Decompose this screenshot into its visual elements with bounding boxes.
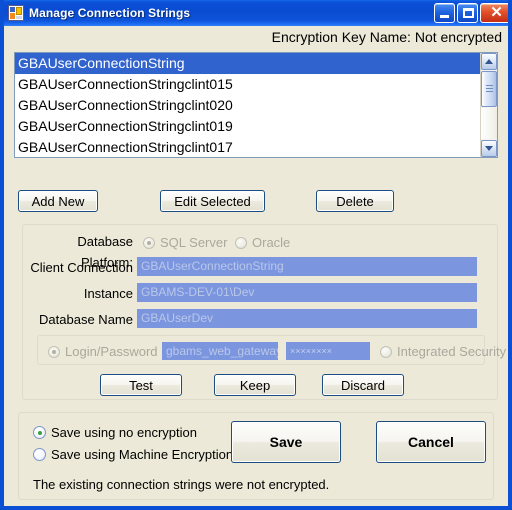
client-connection-label: Client Connection [30,260,133,275]
radio-login-password[interactable]: Login/Password [48,344,158,359]
instance-label: Instance [83,286,133,301]
radio-sql-server[interactable]: SQL Server [143,235,227,250]
listbox-items: GBAUserConnectionString GBAUserConnectio… [15,53,480,157]
client-connection-input[interactable]: GBAUserConnectionString [137,257,477,276]
database-name-label: Database Name [39,312,133,327]
radio-integrated-security[interactable]: Integrated Security [380,344,506,359]
radio-save-no-encryption[interactable]: Save using no encryption [33,425,197,440]
radio-label: Save using Machine Encryption [51,447,234,462]
form-icon [8,5,24,21]
keep-button[interactable]: Keep [214,374,296,396]
database-name-input[interactable]: GBAUserDev [137,309,477,328]
scrollbar-track[interactable] [481,108,497,139]
database-platform-row: Database Platform: SQL Server Oracle [23,231,499,270]
radio-indicator [48,345,60,358]
radio-label: Integrated Security [397,344,507,359]
list-action-buttons: Add New Edit Selected Delete [4,190,508,212]
minimize-button[interactable] [434,3,455,23]
radio-indicator [33,426,46,439]
status-message: The existing connection strings were not… [33,477,330,492]
scroll-down-button[interactable] [481,140,497,157]
window-controls: ✕ [434,3,508,23]
client-area: Encryption Key Name: Not encrypted GBAUs… [4,26,508,506]
client-connection-row: Client Connection GBAUserConnectionStrin… [23,257,499,278]
radio-indicator [235,236,247,249]
list-item[interactable]: GBAUserConnectionStringclint019 [15,116,480,137]
window-title: Manage Connection Strings [29,6,191,20]
password-input[interactable]: ×××××××× [286,342,370,360]
chevron-down-icon [485,146,493,151]
radio-label: Save using no encryption [51,425,197,440]
instance-row: Instance GBAMS-DEV-01\Dev [23,283,499,304]
test-button[interactable]: Test [100,374,182,396]
save-button[interactable]: Save [231,421,341,463]
radio-save-machine-encryption[interactable]: Save using Machine Encryption [33,447,233,462]
database-name-row: Database Name GBAUserDev [23,309,499,330]
radio-indicator [143,236,155,249]
list-item[interactable]: GBAUserConnectionStringclint020 [15,95,480,116]
close-icon: ✕ [490,4,503,21]
radio-indicator [380,345,392,358]
username-input[interactable]: gbams_web_gateway [162,342,278,360]
delete-button[interactable]: Delete [316,190,394,212]
minimize-icon [440,15,449,18]
radio-label: SQL Server [160,235,228,250]
manage-connection-strings-window: Manage Connection Strings ✕ Encryption K… [0,0,512,510]
authentication-groupbox: Login/Password gbams_web_gateway ×××××××… [37,335,506,365]
close-button[interactable]: ✕ [480,3,508,23]
radio-label: Login/Password [65,344,158,359]
radio-oracle[interactable]: Oracle [235,235,290,250]
scroll-up-button[interactable] [481,53,497,70]
list-item[interactable]: GBAUserConnectionStringclint015 [15,74,480,95]
scrollbar-thumb[interactable] [481,71,497,107]
list-item[interactable]: GBAUserConnectionStringclint017 [15,137,480,157]
title-bar[interactable]: Manage Connection Strings ✕ [4,0,508,26]
cancel-button[interactable]: Cancel [376,421,486,463]
grip-icon [486,85,493,94]
encryption-key-name-label: Encryption Key Name: Not encrypted [271,29,502,45]
listbox-scrollbar[interactable] [480,53,497,157]
radio-label: Oracle [252,235,291,250]
connection-strings-listbox[interactable]: GBAUserConnectionString GBAUserConnectio… [14,52,498,158]
radio-indicator [33,448,46,461]
edit-selected-button[interactable]: Edit Selected [160,190,265,212]
discard-button[interactable]: Discard [322,374,404,396]
instance-input[interactable]: GBAMS-DEV-01\Dev [137,283,477,302]
maximize-icon [463,8,474,18]
chevron-up-icon [485,59,493,64]
add-new-button[interactable]: Add New [18,190,98,212]
list-item[interactable]: GBAUserConnectionString [15,53,480,74]
save-options-panel: Save using no encryption Save using Mach… [18,412,494,500]
maximize-button[interactable] [457,3,478,23]
